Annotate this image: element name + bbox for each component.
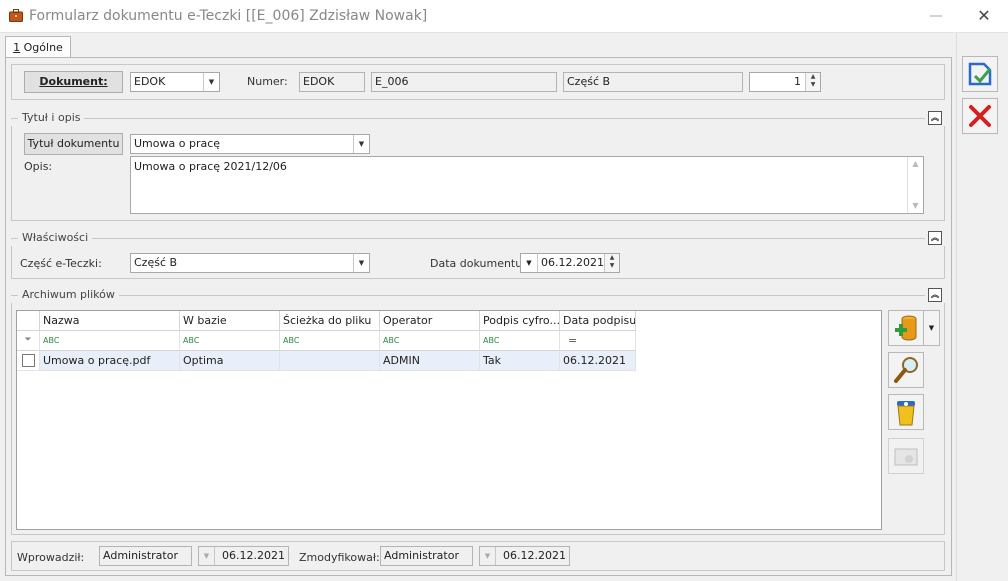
add-file-button[interactable] [888, 310, 924, 346]
close-window-button[interactable]: ✕ [962, 0, 1006, 33]
data-dokumentu-label: Data dokumentu: [430, 257, 526, 270]
tytul-dokumentu-label: Tytuł dokumentu [27, 137, 120, 150]
grid-header-indicator [17, 311, 40, 331]
chevron-down-icon: ▼ [199, 547, 215, 565]
collapse-tytul-icon[interactable]: ︽ [928, 111, 942, 125]
column-header-nazwa[interactable]: Nazwa [40, 311, 180, 331]
wprowadzil-field: Administrator [99, 546, 192, 566]
row-checkbox-cell[interactable] [17, 351, 40, 371]
column-header-sciezka[interactable]: Ścieżka do pliku [280, 311, 380, 331]
sequence-spinner[interactable]: 1 ▲ ▼ [749, 72, 821, 92]
tab-ogolne-label: Ogólne [20, 41, 63, 54]
cell-w-bazie[interactable]: Optima [180, 351, 280, 371]
row-checkbox[interactable] [22, 354, 35, 367]
save-button[interactable] [962, 56, 998, 92]
sequence-value: 1 [794, 75, 801, 88]
cell-sciezka[interactable] [280, 351, 380, 371]
filter-nazwa[interactable]: ABC [40, 331, 180, 351]
trash-bin-icon [897, 401, 915, 426]
column-header-operator[interactable]: Operator [380, 311, 480, 331]
zmodyfikowal-date-value: 06.12.2021 [503, 549, 566, 562]
cell-data-podpisu[interactable]: 06.12.2021 [560, 351, 636, 371]
certificate-icon [894, 448, 918, 466]
wprowadzil-date-field: ▼ 06.12.2021 [198, 546, 289, 566]
chevron-down-icon[interactable]: ▼ [521, 254, 538, 272]
numer-prefix-field: EDOK [299, 72, 365, 92]
cell-nazwa[interactable]: Umowa o pracę.pdf [40, 351, 180, 371]
data-dokumentu-value: 06.12.2021 [541, 256, 604, 269]
archiwum-group-line [11, 295, 925, 296]
opis-label: Opis: [24, 160, 53, 173]
opis-value: Umowa o pracę 2021/12/06 [134, 160, 287, 173]
dokument-select[interactable]: EDOK ▼ [130, 72, 220, 92]
archiwum-group-label: Archiwum plików [18, 288, 119, 301]
column-header-w-bazie[interactable]: W bazie [180, 311, 280, 331]
czesc-eteczki-value: Część B [134, 256, 178, 269]
filter-data-podpisu[interactable]: = [560, 331, 636, 351]
column-header-podpis[interactable]: Podpis cyfro... [480, 311, 560, 331]
tytul-dokumentu-button[interactable]: Tytuł dokumentu [24, 133, 123, 155]
filter-operator[interactable]: ABC [380, 331, 480, 351]
window-title: Formularz dokumentu e-Teczki [[E_006] Zd… [29, 8, 428, 24]
cancel-button[interactable] [962, 98, 998, 134]
chevron-down-icon: ▼ [353, 254, 369, 272]
magnifier-icon [894, 357, 918, 383]
tab-ogolne[interactable]: 1 Ogólne [5, 36, 71, 58]
spinner-arrows-icon[interactable]: ▲ ▼ [805, 73, 820, 91]
filter-funnel-icon[interactable]: ⏷ [17, 331, 40, 351]
opis-textarea[interactable]: Umowa o pracę 2021/12/06 ▲ ▼ [130, 156, 924, 214]
files-grid[interactable]: Nazwa W bazie Ścieżka do pliku Operator … [16, 310, 882, 530]
dokument-button[interactable]: Dokument: [24, 71, 123, 93]
numer-value-field: E_006 [371, 72, 557, 92]
zmodyfikowal-field: Administrator [380, 546, 473, 566]
briefcase-icon [9, 9, 23, 22]
tytul-group-label: Tytuł i opis [18, 111, 85, 124]
czesc-field: Część B [563, 72, 743, 92]
collapse-archiwum-icon[interactable]: ︽ [928, 288, 942, 302]
chevron-down-icon: ▼ [480, 547, 496, 565]
dokument-select-value: EDOK [134, 75, 166, 88]
delete-file-button[interactable] [888, 394, 924, 430]
add-file-dropdown-icon[interactable]: ▼ [924, 310, 940, 346]
opis-scrollbar[interactable]: ▲ ▼ [907, 157, 923, 213]
wprowadzil-date-value: 06.12.2021 [222, 549, 285, 562]
data-dokumentu-field[interactable]: ▼ 06.12.2021 ▲ ▼ [520, 253, 620, 273]
collapse-wlasc-icon[interactable]: ︽ [928, 231, 942, 245]
minimize-button[interactable]: — [918, 0, 954, 33]
cancel-x-icon [969, 105, 991, 127]
cell-operator[interactable]: ADMIN [380, 351, 480, 371]
cell-podpis[interactable]: Tak [480, 351, 560, 371]
filter-podpis[interactable]: ABC [480, 331, 560, 351]
spinner-arrows-icon[interactable]: ▲ ▼ [604, 254, 619, 272]
filter-w-bazie[interactable]: ABC [180, 331, 280, 351]
czesc-eteczki-select[interactable]: Część B ▼ [130, 253, 370, 273]
tytul-select[interactable]: Umowa o pracę ▼ [130, 134, 370, 154]
zmodyfikowal-date-field: ▼ 06.12.2021 [479, 546, 570, 566]
add-database-icon [895, 315, 917, 341]
wlasc-group-line [11, 238, 925, 239]
preview-file-button[interactable] [888, 352, 924, 388]
numer-label: Numer: [247, 75, 288, 88]
tytul-select-value: Umowa o pracę [134, 137, 221, 150]
dokument-button-label: Dokument: [39, 75, 108, 88]
tytul-group-line [11, 118, 925, 119]
save-check-icon [968, 62, 992, 86]
sign-file-button[interactable] [888, 438, 924, 474]
wlasc-group-label: Właściwości [18, 231, 93, 244]
chevron-down-icon: ▼ [353, 135, 369, 153]
chevron-down-icon: ▼ [203, 73, 219, 91]
wprowadzil-label: Wprowadził: [17, 551, 85, 564]
column-header-data-podpisu[interactable]: Data podpisu [560, 311, 636, 331]
filter-sciezka[interactable]: ABC [280, 331, 380, 351]
zmodyfikowal-label: Zmodyfikował: [299, 551, 380, 564]
czesc-eteczki-label: Część e-Teczki: [20, 257, 102, 270]
